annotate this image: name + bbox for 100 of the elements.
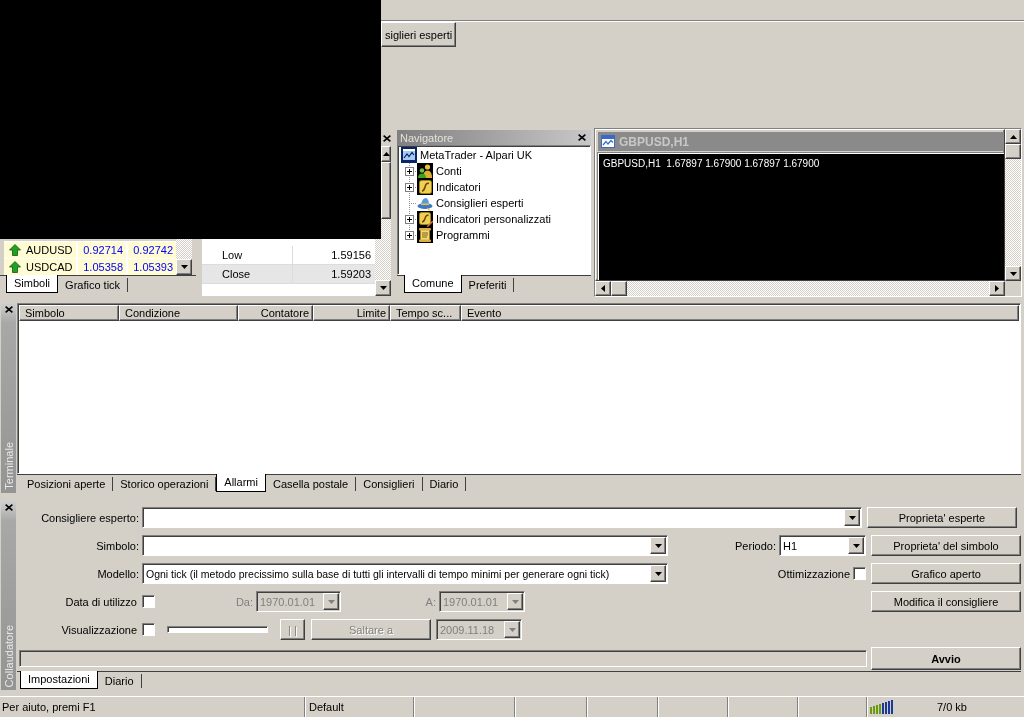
tree-item[interactable]: Indicatori bbox=[436, 181, 481, 193]
dropdown-button[interactable] bbox=[650, 537, 666, 554]
close-icon[interactable] bbox=[383, 134, 391, 142]
tree-item[interactable]: Programmi bbox=[436, 229, 490, 241]
caret-down-icon bbox=[327, 599, 335, 604]
caret-down-icon bbox=[1009, 271, 1017, 276]
caret-down-icon bbox=[508, 627, 516, 632]
caret-left-icon bbox=[601, 285, 605, 292]
column-header[interactable]: Contatore bbox=[238, 305, 313, 321]
start-button[interactable]: Avvio bbox=[871, 647, 1021, 670]
signal-bars-icon bbox=[870, 700, 893, 714]
field-label: Simbolo: bbox=[96, 539, 139, 552]
field-label: Consigliere esperto: bbox=[41, 511, 139, 524]
tab[interactable]: Diario bbox=[422, 477, 467, 491]
symbol-label: AUDUSD bbox=[26, 244, 73, 256]
column-header[interactable]: Condizione bbox=[119, 305, 238, 321]
field-label: A: bbox=[425, 595, 436, 608]
panel-title: Navigatore bbox=[400, 131, 454, 144]
caret-up-icon bbox=[383, 152, 390, 156]
checkbox[interactable] bbox=[142, 623, 155, 636]
tab[interactable]: Comune bbox=[404, 275, 462, 293]
tab[interactable]: Consiglieri bbox=[356, 477, 423, 491]
scroll-right-button[interactable] bbox=[989, 281, 1005, 296]
caption-text: Terminale bbox=[2, 442, 15, 490]
tab[interactable]: Preferiti bbox=[461, 278, 515, 292]
column-header[interactable]: Tempo sc... bbox=[390, 305, 461, 321]
column-header[interactable]: Limite bbox=[313, 305, 390, 321]
column-header[interactable]: Simbolo bbox=[19, 305, 119, 321]
close-icon[interactable] bbox=[4, 306, 13, 313]
scroll-left-button[interactable] bbox=[595, 281, 611, 296]
price-cell: 0.92742 bbox=[128, 242, 176, 258]
toolbar-button[interactable]: siglieri esperti bbox=[381, 22, 457, 47]
caret-up-icon bbox=[1009, 134, 1017, 139]
field-label: Modello: bbox=[97, 567, 139, 580]
table-cell: Low bbox=[202, 246, 292, 264]
caret-right-icon bbox=[995, 285, 999, 292]
scroll-up-button[interactable] bbox=[1005, 129, 1021, 144]
dropdown-field[interactable] bbox=[142, 535, 668, 556]
scrollbar-thumb[interactable] bbox=[1005, 144, 1021, 159]
close-icon[interactable] bbox=[4, 504, 13, 511]
scroll-down-button[interactable] bbox=[176, 259, 192, 275]
caret-down-icon bbox=[848, 515, 856, 520]
side-button[interactable]: Proprieta' esperte bbox=[867, 507, 1017, 528]
plus-box-icon[interactable] bbox=[404, 166, 414, 176]
plus-box-icon[interactable] bbox=[404, 214, 414, 224]
price-cell: 1.05358 bbox=[78, 259, 126, 275]
dropdown-field[interactable]: H1 bbox=[779, 535, 866, 556]
tile-pencil-icon bbox=[417, 211, 433, 227]
tab[interactable]: Diario bbox=[97, 674, 142, 688]
scrollbar-thumb[interactable] bbox=[611, 281, 627, 296]
slider-track[interactable] bbox=[167, 626, 268, 633]
checkbox[interactable] bbox=[142, 595, 155, 608]
tab[interactable]: Allarmi bbox=[216, 474, 266, 492]
tab[interactable]: Casella postale bbox=[265, 477, 357, 491]
plus-box-icon[interactable] bbox=[404, 182, 414, 192]
status-text: Per aiuto, premi F1 bbox=[2, 701, 96, 713]
tree-item[interactable]: MetaTrader - Alpari UK bbox=[420, 149, 533, 161]
chart-info-text: GBPUSD,H1 1.67897 1.67900 1.67897 1.67900 bbox=[603, 158, 820, 169]
side-button[interactable]: Proprieta' del simbolo bbox=[871, 535, 1021, 556]
table-cell: 1.59156 bbox=[293, 246, 375, 264]
caret-down-icon bbox=[180, 265, 188, 269]
dropdown-field[interactable] bbox=[142, 507, 862, 528]
dropdown-button[interactable] bbox=[650, 565, 666, 582]
plus-box-icon[interactable] bbox=[404, 230, 414, 240]
caret-down-icon bbox=[654, 571, 662, 576]
tab[interactable]: Grafico tick bbox=[58, 278, 129, 292]
dropdown-field[interactable]: Ogni tick (il metodo precissimo sulla base di tutti gli intervalli di tempo minimi per generare ogni tick) bbox=[142, 563, 668, 584]
tab[interactable]: Posizioni aperte bbox=[20, 477, 114, 491]
arrow-up-icon bbox=[9, 261, 21, 273]
column-header[interactable]: Evento bbox=[461, 305, 1019, 321]
side-button[interactable]: Grafico aperto bbox=[871, 563, 1021, 584]
people-icon bbox=[417, 163, 433, 179]
caret-down-icon bbox=[511, 599, 519, 604]
caret-down-icon bbox=[654, 543, 662, 548]
field-label: Periodo: bbox=[735, 539, 776, 552]
scrollbar-thumb[interactable] bbox=[381, 162, 391, 219]
scroll-icon bbox=[417, 227, 433, 243]
scroll-up-button[interactable] bbox=[381, 146, 391, 162]
caret-down-icon bbox=[379, 286, 387, 290]
scroll-down-button[interactable] bbox=[1005, 266, 1021, 281]
dropdown-button[interactable] bbox=[844, 509, 860, 526]
dropdown-button[interactable] bbox=[848, 537, 864, 554]
side-button[interactable]: Modifica il consigliere bbox=[871, 591, 1021, 612]
tree-item[interactable]: Consiglieri esperti bbox=[436, 197, 524, 209]
tree-item[interactable]: Conti bbox=[436, 165, 462, 177]
price-cell: 1.05393 bbox=[128, 259, 176, 275]
field-label: Visualizzazione bbox=[61, 623, 137, 636]
tab[interactable]: Simboli bbox=[6, 275, 59, 293]
close-icon[interactable] bbox=[578, 134, 586, 141]
window-title: GBPUSD,H1 bbox=[619, 134, 689, 149]
field-label: Ottimizzazione bbox=[777, 567, 850, 580]
chart-tile-icon bbox=[417, 179, 433, 195]
scroll-down-button[interactable] bbox=[375, 280, 391, 296]
chart-window-icon bbox=[601, 135, 615, 148]
caret-down-icon bbox=[852, 543, 860, 548]
field-label: Data di utilizzo bbox=[65, 595, 137, 608]
tab[interactable]: Impostazioni bbox=[20, 671, 98, 689]
checkbox[interactable] bbox=[853, 567, 866, 580]
field-label: Da: bbox=[235, 595, 253, 608]
tree-item[interactable]: Indicatori personalizzati bbox=[436, 213, 551, 225]
